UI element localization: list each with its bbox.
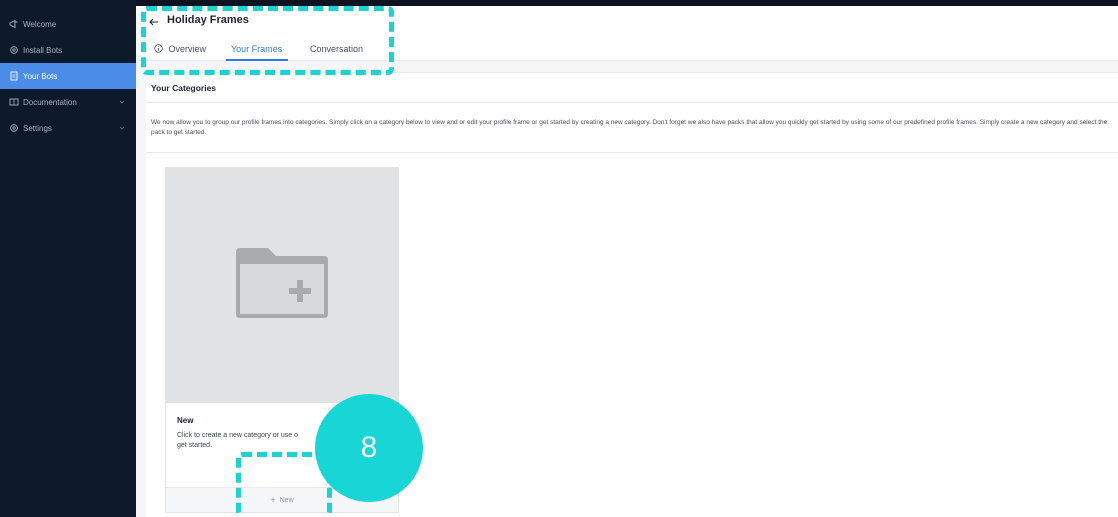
card-image — [166, 168, 398, 403]
sidebar-item-label: Settings — [23, 123, 52, 133]
document-icon — [9, 71, 19, 81]
sidebar-item-welcome[interactable]: Welcome — [0, 11, 136, 37]
sidebar-item-label: Welcome — [23, 19, 57, 29]
sidebar-nav: Welcome Install Bots Your Bots Documenta… — [0, 11, 136, 141]
folder-plus-icon — [234, 246, 330, 325]
chevron-down-icon — [118, 124, 126, 132]
sidebar-item-settings[interactable]: Settings — [0, 115, 136, 141]
divider — [146, 152, 1118, 153]
section-heading: Your Categories — [146, 73, 1118, 103]
section-description: We now allow you to group our profile fr… — [151, 119, 1108, 136]
gear-icon — [9, 45, 19, 55]
categories-panel: Your Categories We now allow you to grou… — [146, 72, 1118, 517]
book-icon — [9, 97, 19, 107]
sidebar: Welcome Install Bots Your Bots Documenta… — [0, 0, 136, 517]
sidebar-item-label: Documentation — [23, 97, 77, 107]
sidebar-item-install-bots[interactable]: Install Bots — [0, 37, 136, 63]
sidebar-item-label: Install Bots — [23, 45, 63, 55]
chevron-down-icon — [118, 98, 126, 106]
card-title: New — [177, 416, 194, 425]
sidebar-item-your-bots[interactable]: Your Bots — [0, 63, 136, 89]
gear-icon — [9, 123, 19, 133]
step-number-badge: 8 — [315, 394, 423, 502]
megaphone-icon — [9, 19, 19, 29]
sidebar-item-label: Your Bots — [23, 71, 58, 81]
highlight-header-box — [141, 6, 394, 75]
sidebar-item-documentation[interactable]: Documentation — [0, 89, 136, 115]
main-content: Holiday Frames Overview Your Frames Conv… — [136, 6, 1118, 517]
